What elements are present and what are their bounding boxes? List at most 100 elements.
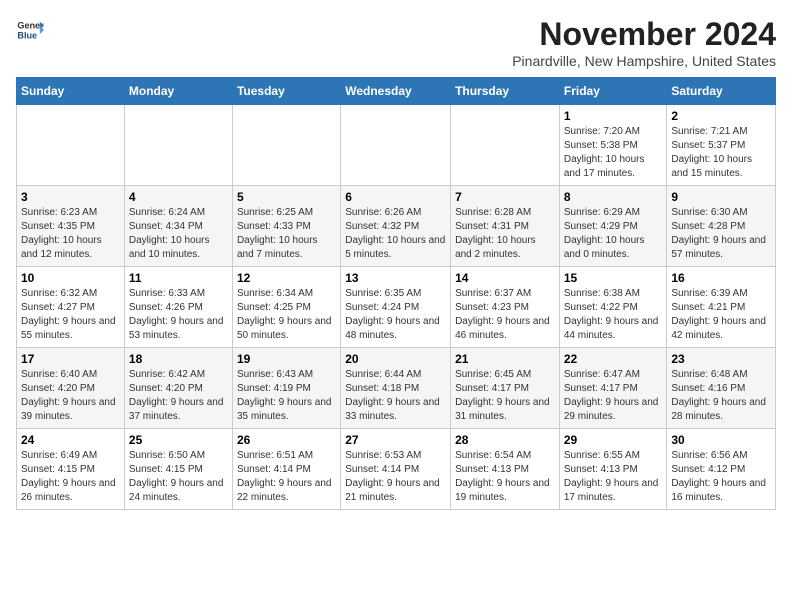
day-info: Sunrise: 6:43 AMSunset: 4:19 PMDaylight:…: [237, 368, 336, 424]
day-cell: 13 Sunrise: 6:35 AMSunset: 4:24 PMDayligh…: [341, 267, 451, 348]
day-cell: 6 Sunrise: 6:26 AMSunset: 4:32 PMDaylight…: [341, 186, 451, 267]
day-cell: 17 Sunrise: 6:40 AMSunset: 4:20 PMDayligh…: [17, 348, 125, 429]
day-number: 21: [455, 352, 555, 366]
day-number: 16: [671, 271, 771, 285]
day-number: 14: [455, 271, 555, 285]
day-cell: 7 Sunrise: 6:28 AMSunset: 4:31 PMDaylight…: [451, 186, 560, 267]
day-info: Sunrise: 6:34 AMSunset: 4:25 PMDaylight:…: [237, 287, 336, 343]
day-number: 17: [21, 352, 120, 366]
day-number: 13: [345, 271, 446, 285]
day-cell: 9 Sunrise: 6:30 AMSunset: 4:28 PMDaylight…: [667, 186, 776, 267]
day-number: 9: [671, 190, 771, 204]
day-number: 1: [564, 109, 663, 123]
day-number: 25: [129, 433, 228, 447]
day-cell: 5 Sunrise: 6:25 AMSunset: 4:33 PMDaylight…: [232, 186, 340, 267]
day-number: 7: [455, 190, 555, 204]
day-cell: 19Sunrise: 6:43 AMSunset: 4:19 PMDayligh…: [232, 348, 340, 429]
header-sunday: Sunday: [17, 78, 125, 105]
header-wednesday: Wednesday: [341, 78, 451, 105]
day-number: 29: [564, 433, 663, 447]
day-cell: 25 Sunrise: 6:50 AMSunset: 4:15 PMDayligh…: [124, 429, 232, 510]
day-cell: 3 Sunrise: 6:23 AMSunset: 4:35 PMDaylight…: [17, 186, 125, 267]
day-info: Sunrise: 6:42 AMSunset: 4:20 PMDaylight:…: [129, 368, 228, 424]
day-cell: [232, 105, 340, 186]
day-cell: 20 Sunrise: 6:44 AMSunset: 4:18 PMDayligh…: [341, 348, 451, 429]
header-saturday: Saturday: [667, 78, 776, 105]
day-info: Sunrise: 6:29 AMSunset: 4:29 PMDaylight:…: [564, 206, 663, 262]
day-number: 5: [237, 190, 336, 204]
day-number: 10: [21, 271, 120, 285]
day-info: Sunrise: 7:20 AMSunset: 5:38 PMDaylight:…: [564, 125, 663, 181]
day-cell: 15Sunrise: 6:38 AMSunset: 4:22 PMDayligh…: [559, 267, 667, 348]
week-row-1: 3 Sunrise: 6:23 AMSunset: 4:35 PMDaylight…: [17, 186, 776, 267]
day-info: Sunrise: 6:49 AMSunset: 4:15 PMDaylight:…: [21, 449, 120, 505]
day-info: Sunrise: 6:35 AMSunset: 4:24 PMDaylight:…: [345, 287, 446, 343]
day-cell: 22 Sunrise: 6:47 AMSunset: 4:17 PMDayligh…: [559, 348, 667, 429]
day-info: Sunrise: 6:33 AMSunset: 4:26 PMDaylight:…: [129, 287, 228, 343]
header-thursday: Thursday: [451, 78, 560, 105]
day-info: Sunrise: 6:25 AMSunset: 4:33 PMDaylight:…: [237, 206, 336, 262]
logo: General Blue: [16, 16, 44, 44]
day-info: Sunrise: 6:28 AMSunset: 4:31 PMDaylight:…: [455, 206, 555, 262]
header-tuesday: Tuesday: [232, 78, 340, 105]
day-cell: 27 Sunrise: 6:53 AMSunset: 4:14 PMDayligh…: [341, 429, 451, 510]
week-row-4: 24 Sunrise: 6:49 AMSunset: 4:15 PMDayligh…: [17, 429, 776, 510]
week-row-2: 10Sunrise: 6:32 AMSunset: 4:27 PMDayligh…: [17, 267, 776, 348]
day-cell: 24 Sunrise: 6:49 AMSunset: 4:15 PMDayligh…: [17, 429, 125, 510]
day-cell: 14Sunrise: 6:37 AMSunset: 4:23 PMDayligh…: [451, 267, 560, 348]
day-cell: 12 Sunrise: 6:34 AMSunset: 4:25 PMDayligh…: [232, 267, 340, 348]
day-info: Sunrise: 6:40 AMSunset: 4:20 PMDaylight:…: [21, 368, 120, 424]
day-info: Sunrise: 6:51 AMSunset: 4:14 PMDaylight:…: [237, 449, 336, 505]
day-cell: 21 Sunrise: 6:45 AMSunset: 4:17 PMDayligh…: [451, 348, 560, 429]
day-info: Sunrise: 6:55 AMSunset: 4:13 PMDaylight:…: [564, 449, 663, 505]
day-number: 18: [129, 352, 228, 366]
day-number: 4: [129, 190, 228, 204]
day-number: 8: [564, 190, 663, 204]
day-info: Sunrise: 6:44 AMSunset: 4:18 PMDaylight:…: [345, 368, 446, 424]
day-number: 6: [345, 190, 446, 204]
day-cell: 8 Sunrise: 6:29 AMSunset: 4:29 PMDaylight…: [559, 186, 667, 267]
day-cell: [17, 105, 125, 186]
day-number: 23: [671, 352, 771, 366]
day-number: 28: [455, 433, 555, 447]
day-cell: [124, 105, 232, 186]
title-block: November 2024 Pinardville, New Hampshire…: [512, 16, 776, 69]
day-cell: 16Sunrise: 6:39 AMSunset: 4:21 PMDayligh…: [667, 267, 776, 348]
day-number: 3: [21, 190, 120, 204]
calendar-subtitle: Pinardville, New Hampshire, United State…: [512, 53, 776, 69]
day-cell: 1 Sunrise: 7:20 AMSunset: 5:38 PMDaylight…: [559, 105, 667, 186]
svg-text:Blue: Blue: [17, 30, 37, 40]
day-number: 20: [345, 352, 446, 366]
day-number: 26: [237, 433, 336, 447]
day-cell: [341, 105, 451, 186]
day-cell: 4Sunrise: 6:24 AMSunset: 4:34 PMDaylight…: [124, 186, 232, 267]
day-info: Sunrise: 6:48 AMSunset: 4:16 PMDaylight:…: [671, 368, 771, 424]
day-cell: 11Sunrise: 6:33 AMSunset: 4:26 PMDayligh…: [124, 267, 232, 348]
day-number: 24: [21, 433, 120, 447]
day-cell: 2Sunrise: 7:21 AMSunset: 5:37 PMDaylight…: [667, 105, 776, 186]
day-cell: 10Sunrise: 6:32 AMSunset: 4:27 PMDayligh…: [17, 267, 125, 348]
day-info: Sunrise: 6:56 AMSunset: 4:12 PMDaylight:…: [671, 449, 771, 505]
day-info: Sunrise: 6:53 AMSunset: 4:14 PMDaylight:…: [345, 449, 446, 505]
day-info: Sunrise: 6:45 AMSunset: 4:17 PMDaylight:…: [455, 368, 555, 424]
week-row-0: 1 Sunrise: 7:20 AMSunset: 5:38 PMDaylight…: [17, 105, 776, 186]
day-info: Sunrise: 6:23 AMSunset: 4:35 PMDaylight:…: [21, 206, 120, 262]
calendar-table: SundayMondayTuesdayWednesdayThursdayFrid…: [16, 77, 776, 510]
day-info: Sunrise: 6:47 AMSunset: 4:17 PMDaylight:…: [564, 368, 663, 424]
day-cell: 26 Sunrise: 6:51 AMSunset: 4:14 PMDayligh…: [232, 429, 340, 510]
day-info: Sunrise: 6:38 AMSunset: 4:22 PMDaylight:…: [564, 287, 663, 343]
header-monday: Monday: [124, 78, 232, 105]
day-info: Sunrise: 6:30 AMSunset: 4:28 PMDaylight:…: [671, 206, 771, 262]
day-cell: 28 Sunrise: 6:54 AMSunset: 4:13 PMDayligh…: [451, 429, 560, 510]
day-cell: 18 Sunrise: 6:42 AMSunset: 4:20 PMDayligh…: [124, 348, 232, 429]
header-row: SundayMondayTuesdayWednesdayThursdayFrid…: [17, 78, 776, 105]
day-cell: 23 Sunrise: 6:48 AMSunset: 4:16 PMDayligh…: [667, 348, 776, 429]
day-number: 12: [237, 271, 336, 285]
day-info: Sunrise: 6:26 AMSunset: 4:32 PMDaylight:…: [345, 206, 446, 262]
page-header: General Blue November 2024 Pinardville, …: [16, 16, 776, 69]
day-info: Sunrise: 6:50 AMSunset: 4:15 PMDaylight:…: [129, 449, 228, 505]
day-cell: [451, 105, 560, 186]
day-number: 27: [345, 433, 446, 447]
day-number: 22: [564, 352, 663, 366]
day-info: Sunrise: 6:54 AMSunset: 4:13 PMDaylight:…: [455, 449, 555, 505]
